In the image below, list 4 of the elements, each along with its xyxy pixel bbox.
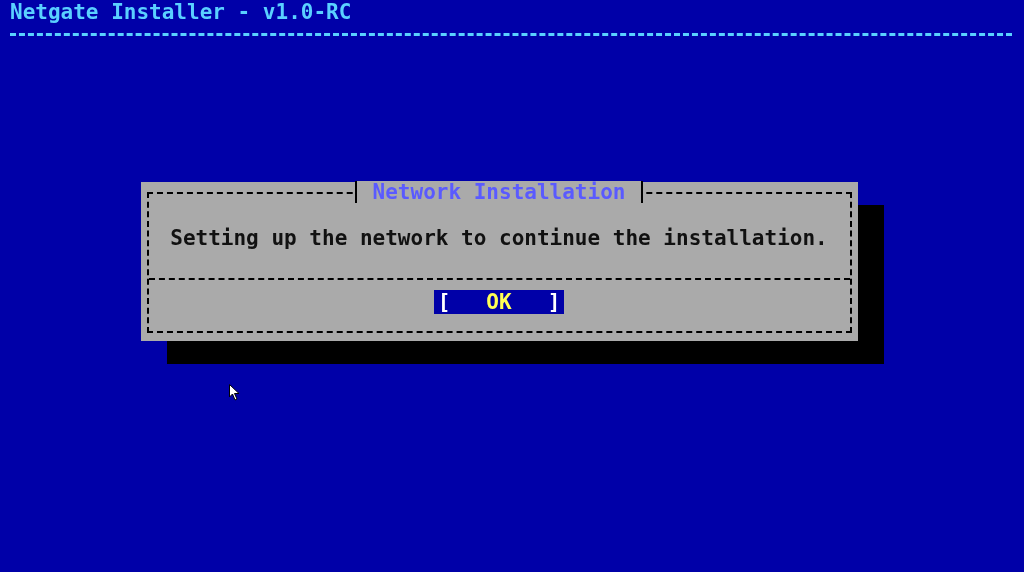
- mouse-pointer-icon: [229, 384, 240, 401]
- ok-button[interactable]: [ OK ]: [433, 290, 565, 314]
- dialog-message: Setting up the network to continue the installation.: [169, 226, 829, 252]
- installer-title: Netgate Installer - v1.0-RC: [10, 0, 352, 24]
